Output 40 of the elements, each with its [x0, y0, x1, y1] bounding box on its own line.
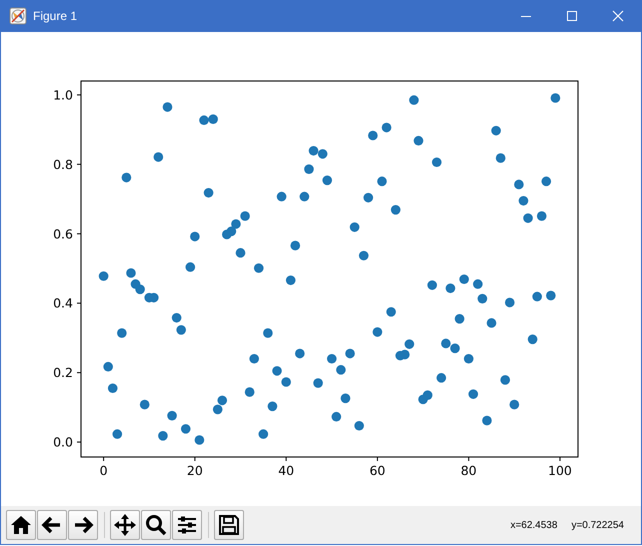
- save-button[interactable]: [214, 510, 244, 540]
- tick-mark: [194, 456, 196, 462]
- tick-mark: [76, 233, 82, 234]
- search-icon: [144, 513, 168, 537]
- app-icon: [9, 7, 27, 25]
- tick-mark: [468, 456, 470, 462]
- home-icon: [9, 513, 33, 537]
- close-icon: [612, 10, 624, 22]
- tick-mark: [76, 372, 82, 374]
- tick-mark: [376, 456, 378, 462]
- y-tick-label: 0.2: [53, 365, 73, 380]
- x-tick-label: 60: [369, 463, 386, 478]
- x-tick-label: 100: [548, 463, 572, 478]
- pan-button[interactable]: [110, 510, 140, 540]
- forward-button[interactable]: [68, 510, 98, 540]
- x-tick-label: 80: [460, 463, 477, 478]
- configure-button[interactable]: [172, 510, 202, 540]
- cursor-coordinate: y=0.722254: [571, 520, 624, 530]
- tick-mark: [286, 456, 287, 462]
- tick-mark: [76, 442, 82, 443]
- tick-mark: [76, 302, 82, 304]
- tick-mark: [559, 456, 560, 462]
- x-tick-label: 20: [186, 463, 203, 478]
- move-icon: [113, 513, 137, 537]
- tick-mark: [103, 456, 104, 462]
- y-tick-label: 0.6: [53, 226, 73, 242]
- y-tick-label: 0.4: [53, 296, 73, 311]
- zoom-button[interactable]: [141, 510, 171, 540]
- tick-mark: [76, 94, 82, 96]
- x-tick-label: 0: [100, 463, 108, 478]
- tick-mark: [76, 164, 82, 165]
- y-tick-label: 1.0: [53, 87, 73, 102]
- home-button[interactable]: [6, 510, 36, 540]
- y-tick-label: 0.8: [53, 156, 73, 172]
- x-tick-label: 40: [278, 463, 294, 478]
- maximize-icon: [566, 10, 578, 22]
- cursor-coordinate: x=62.4538: [510, 520, 558, 530]
- y-tick-label: 0.0: [53, 434, 73, 450]
- back-button[interactable]: [37, 510, 67, 540]
- window-title: Figure 1: [33, 9, 78, 23]
